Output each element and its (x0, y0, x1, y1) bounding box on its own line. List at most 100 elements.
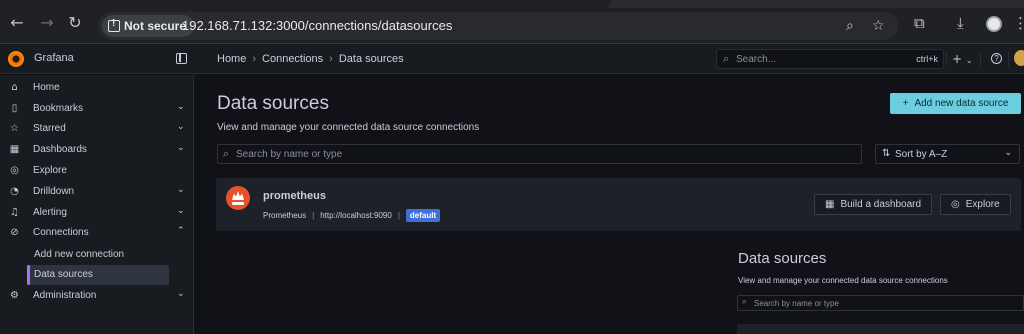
search-placeholder: Search... (736, 54, 777, 65)
sidebar-item-connections[interactable]: ⊘ Connections ⌃ (0, 223, 194, 243)
bookmark-star-icon[interactable]: ☆ (872, 18, 885, 34)
connections-icon: ⊘ (10, 227, 19, 238)
sidebar-subitem-label: Add new connection (34, 249, 125, 260)
prometheus-logo-icon (226, 186, 250, 210)
sidebar-item-label: Dashboards (33, 144, 87, 155)
active-tab[interactable] (0, 0, 612, 8)
explore-button[interactable]: ◎ Explore (940, 194, 1011, 215)
sort-select[interactable]: ⇅ Sort by A–Z ⌄ (875, 144, 1020, 164)
breadcrumb-separator: › (252, 53, 257, 65)
new-menu-button[interactable]: + ⌄ (952, 52, 973, 66)
datasource-meta: Prometheus | http://localhost:9090 | def… (263, 209, 441, 222)
ghost-subtitle: View and manage your connected data sour… (738, 276, 948, 285)
breadcrumb-connections[interactable]: Connections (262, 53, 323, 65)
menu-icon[interactable]: ⋮ (1013, 14, 1024, 32)
browser-toolbar: ← → ↻ Not secure 192.168.71.132:3000/con… (0, 0, 1024, 44)
explore-button-label: Explore (965, 199, 1000, 210)
warning-icon (108, 18, 120, 32)
chevron-down-icon: ⌄ (1004, 148, 1012, 158)
search-placeholder: Search by name or type (236, 149, 343, 160)
chevron-down-icon[interactable]: ⌄ (177, 289, 185, 299)
chevron-down-icon[interactable]: ⌄ (177, 143, 185, 153)
tab-strip (0, 0, 1024, 8)
datasource-card[interactable]: prometheus Prometheus | http://localhost… (216, 178, 1021, 231)
plus-icon: + (952, 52, 963, 66)
default-badge: default (405, 209, 441, 222)
ghost-search-input: ⌕ Search by name or type (737, 295, 1024, 311)
sidebar-subitem-data-sources[interactable]: Data sources (27, 265, 169, 285)
global-search-input[interactable]: ⌕ Search... ctrl+k (716, 49, 944, 69)
sidebar-item-label: Bookmarks (33, 103, 84, 114)
dashboards-icon: ▦ (9, 144, 20, 155)
breadcrumb: Home › Connections › Data sources (217, 53, 404, 65)
ghost-search-placeholder: Search by name or type (754, 299, 839, 308)
extensions-icon[interactable]: ⧉ (914, 14, 925, 32)
zoom-icon[interactable]: ⌕ (846, 18, 854, 34)
back-icon[interactable]: ← (8, 14, 26, 32)
sidebar-item-alerting[interactable]: ♫ Alerting ⌄ (0, 203, 194, 223)
sidebar-item-label: Alerting (33, 207, 67, 218)
chevron-up-icon[interactable]: ⌃ (177, 226, 185, 236)
plus-icon: + (902, 98, 909, 109)
download-icon[interactable]: ⤓ (957, 14, 964, 32)
sidebar-item-label: Connections (33, 227, 89, 238)
sidebar-item-administration[interactable]: ⚙ Administration ⌄ (0, 286, 194, 306)
url-text[interactable]: 192.168.71.132:3000/connections/datasour… (182, 18, 452, 33)
sort-icon: ⇅ (882, 148, 891, 159)
not-secure-chip[interactable]: Not secure (102, 15, 195, 37)
breadcrumb-separator: › (329, 53, 333, 65)
chevron-down-icon[interactable]: ⌄ (177, 206, 185, 216)
datasource-search-input[interactable]: ⌕ Search by name or type (217, 144, 862, 164)
sidebar-item-label: Home (33, 82, 60, 93)
sidebar-item-dashboards[interactable]: ▦ Dashboards ⌄ (0, 140, 194, 160)
reload-icon[interactable]: ↻ (66, 14, 84, 32)
search-icon: ⌕ (723, 52, 730, 65)
search-shortcut: ctrl+k (916, 54, 938, 64)
breadcrumb-home[interactable]: Home (217, 53, 246, 65)
sort-label: Sort by A–Z (895, 149, 948, 160)
sidebar-subitem-add-new-connection[interactable]: Add new connection (27, 245, 169, 265)
brand-name[interactable]: Grafana (34, 52, 74, 64)
address-bar[interactable]: Not secure 192.168.71.132:3000/connectio… (98, 12, 898, 40)
user-avatar[interactable] (1014, 50, 1024, 66)
separator: | (397, 211, 400, 220)
bookmark-icon: ▯ (11, 103, 18, 114)
divider (946, 52, 947, 66)
chevron-down-icon[interactable]: ⌄ (177, 122, 185, 132)
dashboards-icon: ▦ (825, 199, 835, 210)
sidebar-item-bookmarks[interactable]: ▯ Bookmarks ⌄ (0, 99, 194, 119)
page-subtitle: View and manage your connected data sour… (217, 122, 480, 133)
build-dashboard-button[interactable]: ▦ Build a dashboard (814, 194, 933, 215)
chevron-down-icon[interactable]: ⌄ (177, 185, 185, 195)
sidebar-item-starred[interactable]: ☆ Starred ⌄ (0, 119, 194, 139)
search-icon: ⌕ (223, 147, 230, 160)
datasource-type: Prometheus (263, 211, 307, 220)
page-title: Data sources (217, 93, 329, 114)
divider (1008, 52, 1009, 66)
chevron-down-icon: ⌄ (965, 56, 973, 65)
add-button-label: Add new data source (914, 98, 1009, 109)
search-icon: ⌕ (742, 297, 748, 307)
forward-icon[interactable]: → (38, 14, 56, 32)
datasource-name[interactable]: prometheus (263, 190, 326, 202)
profile-avatar[interactable] (986, 16, 1002, 32)
sidebar-item-label: Explore (33, 165, 67, 176)
sidebar-item-explore[interactable]: ◎ Explore (0, 161, 194, 181)
sidebar-item-label: Starred (33, 123, 66, 134)
ghost-title: Data sources (738, 250, 827, 267)
dock-menu-icon[interactable] (176, 53, 187, 64)
separator: | (312, 211, 315, 220)
help-icon[interactable]: ? (991, 53, 1002, 64)
compass-icon: ◎ (951, 199, 960, 210)
chevron-down-icon[interactable]: ⌄ (177, 102, 185, 112)
sidebar-item-home[interactable]: ⌂ Home (0, 78, 194, 98)
compass-icon: ◎ (10, 165, 19, 176)
breadcrumb-current: Data sources (338, 53, 404, 65)
ghost-overlay: Data sources View and manage your connec… (737, 248, 1024, 334)
sidebar-item-drilldown[interactable]: ◔ Drilldown ⌄ (0, 182, 194, 202)
bell-icon: ♫ (10, 207, 19, 218)
grafana-logo-icon[interactable] (8, 51, 24, 67)
not-secure-label: Not secure (124, 19, 187, 33)
sidebar-item-label: Administration (33, 290, 97, 301)
add-new-data-source-button[interactable]: + Add new data source (890, 93, 1021, 114)
